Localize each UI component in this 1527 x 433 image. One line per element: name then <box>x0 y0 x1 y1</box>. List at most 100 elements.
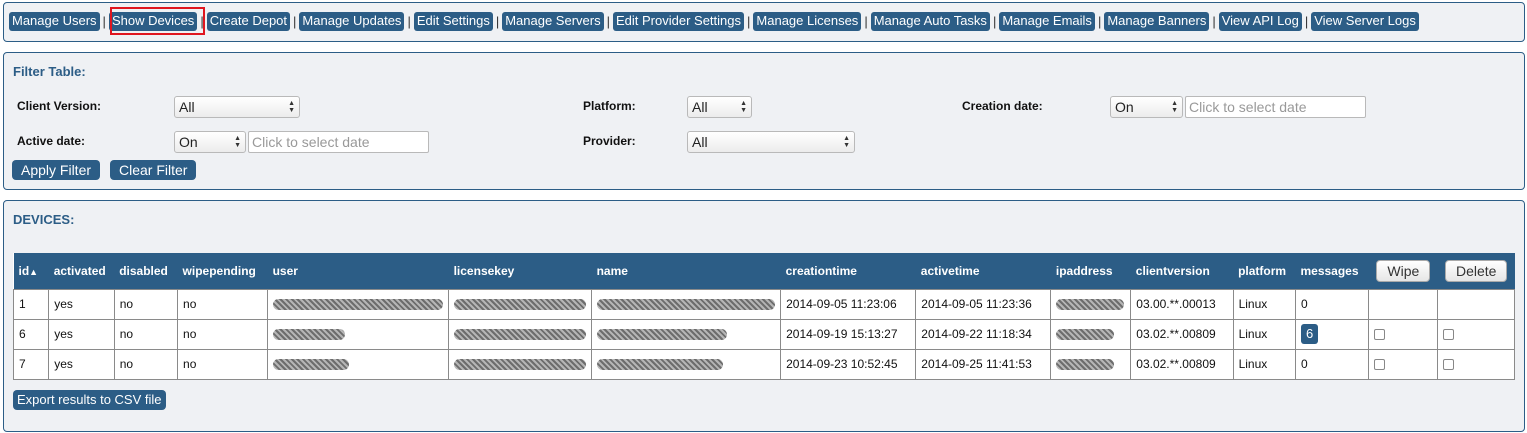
cell-delete <box>1437 348 1515 380</box>
redacted-value <box>1056 299 1125 311</box>
client-version-select[interactable]: All ▲ ▼ <box>174 96 300 118</box>
cell-licensekey <box>448 348 593 380</box>
nav-manage-banners[interactable]: Manage Banners <box>1104 12 1210 31</box>
nav-separator: | <box>293 14 297 29</box>
table-row[interactable]: 6 yes no no 2014-09-19 15:13:27 2014-09-… <box>12 318 1515 350</box>
nav-edit-settings[interactable]: Edit Settings <box>413 12 493 31</box>
client-version-label: Client Version: <box>17 99 102 113</box>
cell-clientversion: 03.02.**.00809 <box>1130 318 1234 350</box>
select-arrows-icon: ▲ ▼ <box>288 100 295 114</box>
column-header-ipaddress[interactable]: ipaddress <box>1050 253 1131 289</box>
creation-date-mode-select[interactable]: On ▲ ▼ <box>1110 96 1183 118</box>
column-header-messages[interactable]: messages <box>1295 253 1369 289</box>
cell-disabled: no <box>113 288 179 320</box>
delete-header: Delete <box>1437 253 1515 289</box>
column-header-platform[interactable]: platform <box>1233 253 1296 289</box>
nav-separator: | <box>495 14 500 29</box>
cell-licensekey <box>448 288 593 320</box>
cell-wipe-empty <box>1368 288 1439 320</box>
redacted-value <box>273 359 350 371</box>
cell-wipepending: no <box>177 348 269 380</box>
redacted-value <box>597 359 724 371</box>
cell-id: 1 <box>12 288 50 320</box>
messages-badge[interactable]: 6 <box>1300 324 1319 344</box>
column-header-disabled[interactable]: disabled <box>114 253 178 289</box>
cell-wipe <box>1368 348 1439 380</box>
cell-wipe <box>1368 318 1439 350</box>
nav-separator: | <box>747 14 751 29</box>
cell-creationtime: 2014-09-05 11:23:06 <box>780 288 917 320</box>
active-date-mode-select[interactable]: On ▲ ▼ <box>174 131 246 153</box>
table-row[interactable]: 7 yes no no 2014-09-23 10:52:45 2014-09-… <box>12 348 1515 380</box>
nav-separator: | <box>200 14 204 29</box>
creation-date-mode-value: On <box>1115 99 1134 115</box>
cell-activetime: 2014-09-05 11:23:36 <box>915 288 1052 320</box>
nav-manage-updates[interactable]: Manage Updates <box>299 12 405 31</box>
select-arrows-icon: ▲ ▼ <box>740 100 747 114</box>
devices-panel: DEVICES: id▲ activated disabled wipepend… <box>3 200 1525 432</box>
wipe-button[interactable]: Wipe <box>1376 259 1431 282</box>
table-row[interactable]: 1 yes no no 2014-09-05 11:23:06 2014-09-… <box>12 288 1515 320</box>
nav-manage-auto-tasks[interactable]: Manage Auto Tasks <box>870 12 990 31</box>
cell-messages: 0 <box>1294 348 1370 380</box>
sort-ascending-icon: ▲ <box>29 266 39 277</box>
platform-select[interactable]: All ▲ ▼ <box>687 96 752 118</box>
platform-value: All <box>692 99 708 115</box>
nav-separator: | <box>1304 14 1309 29</box>
wipe-checkbox[interactable] <box>1374 329 1386 341</box>
cell-activated: yes <box>48 288 115 320</box>
nav-view-server-logs[interactable]: View Server Logs <box>1311 12 1419 31</box>
nav-edit-provider-settings[interactable]: Edit Provider Settings <box>613 12 745 31</box>
export-csv-button[interactable]: Export results to CSV file <box>13 390 166 410</box>
cell-user <box>267 348 450 380</box>
nav-manage-licenses[interactable]: Manage Licenses <box>753 12 862 31</box>
apply-filter-button[interactable]: Apply Filter <box>12 160 101 180</box>
redacted-value <box>454 329 587 341</box>
nav-separator: | <box>1212 14 1216 29</box>
nav-view-api-log[interactable]: View API Log <box>1218 12 1302 31</box>
column-header-activetime[interactable]: activetime <box>915 253 1051 289</box>
column-header-name[interactable]: name <box>591 253 781 289</box>
cell-wipepending: no <box>177 318 269 350</box>
cell-ipaddress <box>1050 348 1132 380</box>
active-date-input[interactable]: Click to select date <box>248 131 429 153</box>
column-header-licensekey[interactable]: licensekey <box>448 253 592 289</box>
table-header-row: id▲ activated disabled wipepending user … <box>13 253 1515 289</box>
cell-messages: 0 <box>1294 288 1370 320</box>
cell-messages: 6 <box>1294 318 1370 350</box>
nav-show-devices[interactable]: Show Devices <box>108 12 198 31</box>
wipe-header: Wipe <box>1368 253 1438 289</box>
cell-id: 6 <box>12 318 50 350</box>
wipe-checkbox[interactable] <box>1374 359 1386 371</box>
column-header-user[interactable]: user <box>267 253 449 289</box>
creation-date-input[interactable]: Click to select date <box>1185 96 1366 118</box>
column-header-wipepending[interactable]: wipepending <box>177 253 268 289</box>
clear-filter-button[interactable]: Clear Filter <box>110 160 197 180</box>
column-header-id[interactable]: id▲ <box>13 253 49 289</box>
redacted-value <box>597 329 728 341</box>
delete-button[interactable]: Delete <box>1445 259 1508 282</box>
nav-manage-emails[interactable]: Manage Emails <box>999 12 1095 31</box>
nav-separator: | <box>102 14 106 29</box>
delete-checkbox[interactable] <box>1443 329 1455 341</box>
nav-manage-users[interactable]: Manage Users <box>9 12 100 31</box>
column-header-activated[interactable]: activated <box>48 253 115 289</box>
platform-label: Platform: <box>583 99 636 113</box>
nav-separator: | <box>992 14 997 29</box>
cell-id: 7 <box>12 348 50 380</box>
cell-delete-empty <box>1437 288 1515 320</box>
cell-platform: Linux <box>1232 318 1296 350</box>
column-header-creationtime[interactable]: creationtime <box>780 253 916 289</box>
cell-user <box>267 318 450 350</box>
provider-select[interactable]: All ▲ ▼ <box>687 131 855 153</box>
filter-panel: Filter Table: Client Version: All ▲ ▼ Pla… <box>3 52 1525 190</box>
column-header-clientversion[interactable]: clientversion <box>1130 253 1234 289</box>
nav-separator: | <box>606 14 610 29</box>
redacted-value <box>1056 359 1115 371</box>
cell-creationtime: 2014-09-23 10:52:45 <box>780 348 917 380</box>
cell-creationtime: 2014-09-19 15:13:27 <box>780 318 917 350</box>
delete-checkbox[interactable] <box>1443 359 1455 371</box>
cell-activated: yes <box>48 348 115 380</box>
nav-create-depot[interactable]: Create Depot <box>206 12 291 31</box>
nav-manage-servers[interactable]: Manage Servers <box>502 12 604 31</box>
